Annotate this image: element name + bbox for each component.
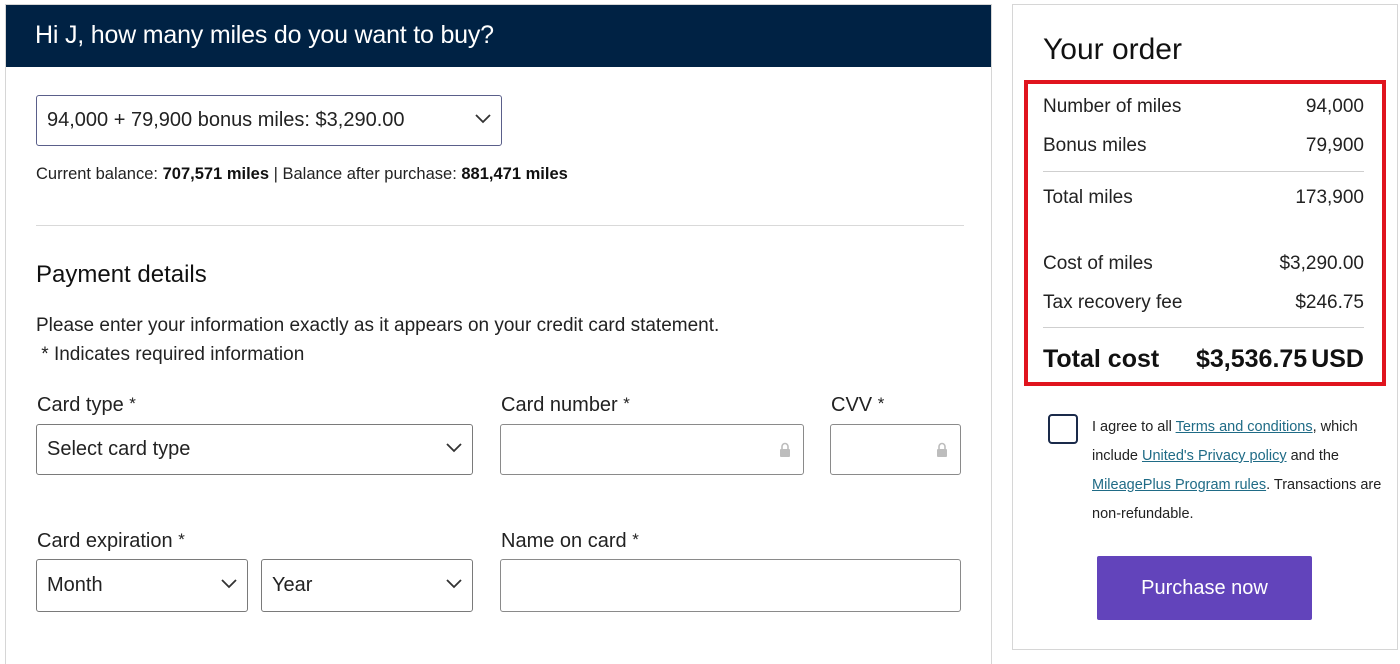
agree-terms-checkbox[interactable]	[1048, 414, 1078, 444]
chevron-down-icon	[221, 578, 237, 593]
card-expiration-label-text: Card expiration	[37, 530, 173, 552]
miles-package-value: 94,000 + 79,900 bonus miles: $3,290.00	[47, 109, 405, 131]
order-highlight-box	[1024, 80, 1386, 386]
order-title: Your order	[1043, 33, 1182, 66]
total-cost-amount: $3,536.75 USD	[1196, 345, 1364, 374]
order-row-label: Number of miles	[1043, 96, 1182, 117]
order-row-label: Total miles	[1043, 187, 1133, 208]
required-star: *	[129, 394, 136, 413]
order-row-value: $3,290.00	[1279, 253, 1364, 274]
total-cost-label: Total cost	[1043, 345, 1160, 373]
card-type-label-text: Card type	[37, 394, 124, 416]
after-balance-value: 881,471 miles	[461, 165, 568, 183]
order-total-row: Total cost $3,536.75 USD	[1043, 345, 1364, 374]
payment-instructions: Please enter your information exactly as…	[36, 311, 719, 369]
instructions-text: Please enter your information exactly as…	[36, 315, 720, 336]
required-star: *	[877, 394, 885, 413]
order-row-value: $246.75	[1295, 292, 1364, 313]
required-note: * Indicates required information	[36, 344, 305, 365]
cvv-label: CVV *	[831, 394, 884, 417]
order-row-label: Cost of miles	[1043, 253, 1153, 274]
lock-icon	[936, 442, 948, 458]
year-value: Year	[272, 574, 313, 596]
agreement-text-part: and the	[1286, 448, 1340, 464]
lock-icon	[779, 442, 791, 458]
month-value: Month	[47, 574, 103, 596]
order-separator	[1043, 171, 1364, 172]
divider	[36, 225, 964, 226]
card-type-label: Card type *	[37, 394, 136, 417]
privacy-policy-link[interactable]: United's Privacy policy	[1142, 448, 1287, 464]
page-title: Hi J, how many miles do you want to buy?	[35, 21, 494, 49]
chevron-down-icon	[446, 578, 462, 593]
name-on-card-label: Name on card *	[501, 530, 639, 553]
card-number-input[interactable]	[500, 424, 804, 475]
name-on-card-input[interactable]	[500, 559, 961, 612]
order-row-value: 94,000	[1305, 96, 1364, 117]
order-row-number-of-miles: Number of miles 94,000	[1043, 96, 1364, 118]
required-star: *	[632, 530, 639, 549]
required-star: *	[178, 530, 185, 549]
after-balance-label: Balance after purchase:	[282, 165, 457, 183]
agreement-text-part: I agree to all	[1092, 419, 1176, 435]
miles-package-select[interactable]: 94,000 + 79,900 bonus miles: $3,290.00	[36, 95, 502, 146]
terms-and-conditions-link[interactable]: Terms and conditions	[1176, 419, 1313, 435]
agreement-text: I agree to all Terms and conditions, whi…	[1092, 413, 1382, 529]
total-cost-value: $3,536.75	[1195, 345, 1308, 373]
card-expiration-label: Card expiration *	[37, 530, 185, 553]
current-balance-label: Current balance:	[36, 165, 158, 183]
chevron-down-icon	[446, 442, 462, 457]
card-type-select[interactable]: Select card type	[36, 424, 473, 475]
order-row-label: Bonus miles	[1043, 135, 1147, 156]
order-row-value: 79,900	[1305, 135, 1364, 156]
order-row-label: Tax recovery fee	[1043, 292, 1183, 313]
total-cost-currency: USD	[1311, 345, 1364, 373]
order-separator	[1043, 327, 1364, 328]
cvv-input[interactable]	[830, 424, 961, 475]
cvv-label-text: CVV	[831, 394, 873, 416]
expiration-month-select[interactable]: Month	[36, 559, 248, 612]
purchase-now-button[interactable]: Purchase now	[1097, 556, 1312, 620]
program-rules-link[interactable]: MileagePlus Program rules	[1092, 477, 1266, 493]
payment-details-title: Payment details	[36, 261, 207, 288]
card-type-value: Select card type	[47, 438, 191, 460]
chevron-down-icon	[475, 113, 491, 128]
purchase-miles-panel: Hi J, how many miles do you want to buy?…	[5, 4, 992, 664]
expiration-year-select[interactable]: Year	[261, 559, 473, 612]
order-row-bonus-miles: Bonus miles 79,900	[1043, 135, 1364, 157]
required-star: *	[623, 394, 630, 413]
current-balance-value: 707,571 miles	[162, 165, 270, 183]
balance-separator: |	[273, 165, 278, 183]
header-bar: Hi J, how many miles do you want to buy?	[6, 5, 991, 67]
balance-line: Current balance: 707,571 miles | Balance…	[36, 165, 568, 184]
card-number-label: Card number *	[501, 394, 630, 417]
name-on-card-label-text: Name on card	[501, 530, 627, 552]
order-row-total-miles: Total miles 173,900	[1043, 187, 1364, 209]
order-summary-panel: Your order Number of miles 94,000 Bonus …	[1012, 4, 1398, 650]
order-row-value: 173,900	[1295, 187, 1364, 208]
order-row-cost-of-miles: Cost of miles $3,290.00	[1043, 253, 1364, 275]
order-row-tax-recovery-fee: Tax recovery fee $246.75	[1043, 292, 1364, 314]
card-number-label-text: Card number	[501, 394, 618, 416]
